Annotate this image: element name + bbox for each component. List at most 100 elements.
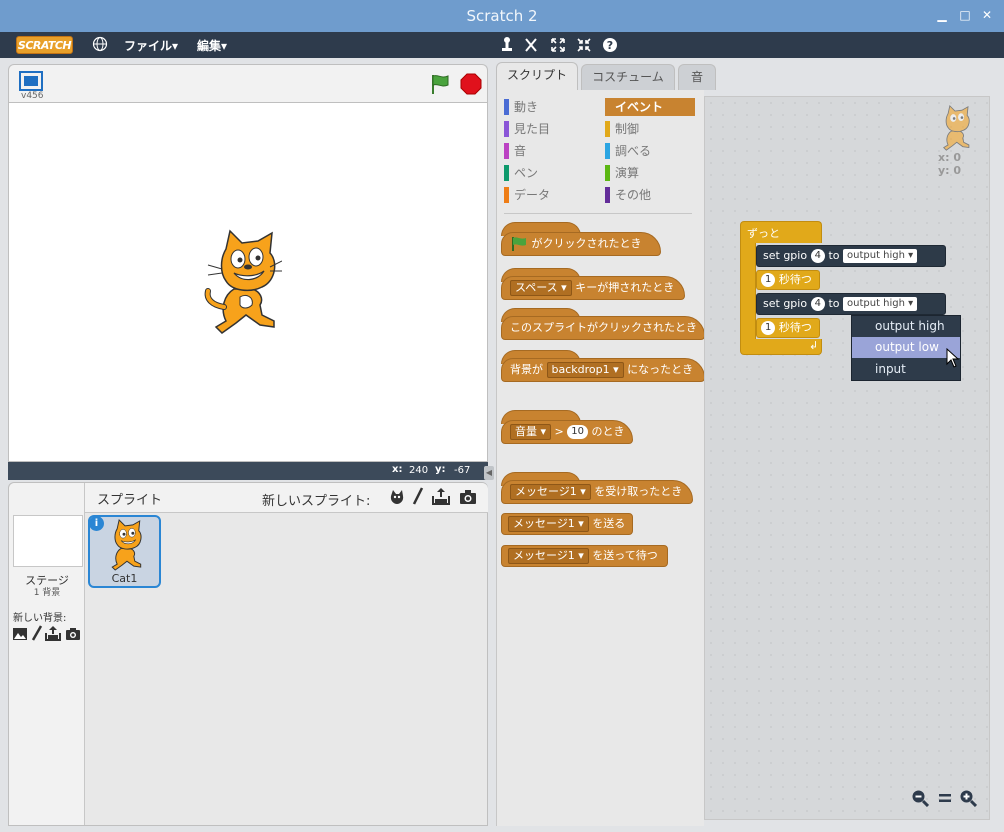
- receive-message-dropdown[interactable]: メッセージ1 ▾: [510, 484, 591, 500]
- broadcast-block[interactable]: メッセージ1 ▾ を送る: [501, 513, 633, 535]
- zoom-reset-icon[interactable]: [936, 789, 954, 807]
- zoom-out-icon[interactable]: [911, 789, 930, 808]
- wait-block-2[interactable]: 1 秒待つ: [756, 318, 820, 338]
- sprite-x-readout: x: 0: [938, 151, 961, 164]
- dropdown-option-input[interactable]: input: [852, 359, 960, 380]
- category-events[interactable]: イベント: [605, 98, 695, 116]
- svg-text:?: ?: [607, 39, 613, 52]
- sprite-pane-header: スプライト 新しいスプライト:: [85, 483, 488, 513]
- gpio-mode-dropdown-1[interactable]: output high ▾: [843, 249, 918, 263]
- green-flag-icon[interactable]: [429, 73, 451, 95]
- loop-arrow-icon: ↲: [809, 339, 819, 352]
- broadcast-and-wait-block[interactable]: メッセージ1 ▾ を送って待つ: [501, 545, 668, 567]
- minimize-button[interactable]: ▁: [935, 8, 949, 22]
- sprite-thumb-cat1[interactable]: i Cat1: [88, 515, 161, 588]
- grow-icon[interactable]: [550, 36, 566, 54]
- cat-sprite[interactable]: [202, 229, 283, 335]
- category-operators[interactable]: 演算: [605, 164, 695, 182]
- broadcast-wait-message-dropdown[interactable]: メッセージ1 ▾: [508, 548, 589, 564]
- backdrop-dropdown[interactable]: backdrop1 ▾: [546, 362, 624, 378]
- close-button[interactable]: ✕: [980, 8, 994, 22]
- stage-column: ステージ 1 背景 新しい背景:: [9, 483, 85, 825]
- wait-seconds-input-1[interactable]: 1: [761, 273, 776, 287]
- sprite-pane: ステージ 1 背景 新しい背景: スプライト 新しいスプライト: i Cat1: [8, 482, 488, 826]
- category-sound[interactable]: 音: [504, 142, 594, 160]
- mouse-cursor-icon: [946, 347, 960, 368]
- category-looks[interactable]: 見た目: [504, 120, 594, 138]
- when-receive-block[interactable]: メッセージ1 ▾ を受け取ったとき: [501, 480, 693, 504]
- edit-menu[interactable]: 編集▾: [197, 37, 227, 54]
- sprite-library-icon[interactable]: [388, 488, 406, 506]
- duplicate-icon[interactable]: [499, 36, 515, 54]
- forever-bottom: ↲: [740, 339, 822, 355]
- broadcast-message-dropdown[interactable]: メッセージ1 ▾: [508, 516, 589, 532]
- maximize-button[interactable]: □: [958, 8, 972, 22]
- mouse-y-label: y:: [435, 464, 446, 475]
- forever-block[interactable]: ずっと: [740, 221, 822, 243]
- gpio-mode-dropdown-menu: output high output low input: [851, 315, 961, 381]
- volume-threshold-input[interactable]: 10: [567, 425, 588, 439]
- version-label: v456: [21, 91, 44, 101]
- category-pen[interactable]: ペン: [504, 164, 594, 182]
- camera-backdrop-icon[interactable]: [65, 627, 81, 641]
- paint-backdrop-icon[interactable]: [31, 625, 43, 641]
- help-icon[interactable]: ?: [602, 36, 618, 54]
- scripts-area[interactable]: x: 0 y: 0: [704, 96, 990, 820]
- collapse-handle[interactable]: ◀: [484, 466, 494, 480]
- scratch-logo[interactable]: SCRATCH: [16, 36, 73, 54]
- stage-backdrop-count: 1 背景: [33, 588, 61, 598]
- window-title: Scratch 2: [466, 7, 538, 25]
- category-data[interactable]: データ: [504, 186, 594, 204]
- tab-costumes[interactable]: コスチューム: [581, 64, 675, 90]
- shrink-icon[interactable]: [576, 36, 592, 54]
- gpio-mode-dropdown-2[interactable]: output high ▾: [843, 297, 918, 311]
- forever-label: ずっと: [747, 227, 780, 240]
- key-dropdown[interactable]: スペース ▾: [510, 280, 572, 296]
- category-motion[interactable]: 動き: [504, 98, 594, 116]
- category-sensing[interactable]: 調べる: [605, 142, 695, 160]
- when-volume-greater-block[interactable]: 音量 ▾ > 10 のとき: [501, 420, 633, 444]
- wait-seconds-input-2[interactable]: 1: [761, 321, 776, 335]
- forever-arm: [740, 243, 756, 339]
- set-gpio-block-2[interactable]: set gpio 4 to output high ▾: [756, 293, 946, 315]
- presentation-mode-icon[interactable]: [19, 71, 43, 91]
- stop-icon[interactable]: [460, 73, 482, 95]
- when-flag-clicked-block[interactable]: がクリックされたとき: [501, 232, 661, 256]
- zoom-in-icon[interactable]: [959, 789, 978, 808]
- wait-block-1[interactable]: 1 秒待つ: [756, 270, 820, 290]
- camera-sprite-icon[interactable]: [459, 489, 477, 505]
- dropdown-option-output-high[interactable]: output high: [852, 316, 960, 337]
- palette-divider: [504, 213, 692, 214]
- stage-canvas[interactable]: [8, 102, 488, 462]
- upload-sprite-icon[interactable]: [432, 487, 450, 505]
- upload-backdrop-icon[interactable]: [45, 625, 61, 641]
- category-more[interactable]: その他: [605, 186, 695, 204]
- dropdown-option-output-low[interactable]: output low: [852, 337, 960, 358]
- stage-thumbnail[interactable]: [13, 515, 83, 567]
- tab-scripts[interactable]: スクリプト: [496, 62, 578, 90]
- globe-icon[interactable]: [92, 36, 108, 54]
- set-gpio-block-1[interactable]: set gpio 4 to output high ▾: [756, 245, 946, 267]
- gpio-pin-input-1[interactable]: 4: [810, 249, 825, 263]
- sprites-header-label: スプライト: [97, 493, 163, 508]
- when-backdrop-switches-block[interactable]: 背景が backdrop1 ▾ になったとき: [501, 358, 705, 382]
- when-sprite-clicked-block[interactable]: このスプライトがクリックされたとき: [501, 316, 705, 340]
- new-backdrop-label: 新しい背景:: [13, 613, 67, 624]
- file-menu[interactable]: ファイル▾: [124, 37, 178, 54]
- gpio-pin-input-2[interactable]: 4: [810, 297, 825, 311]
- current-sprite-icon: [935, 105, 975, 151]
- delete-scissors-icon[interactable]: [523, 36, 539, 54]
- block-palette: 動き 見た目 音 ペン データ イベント 制御 調べる 演算 その他: [496, 90, 704, 826]
- paint-sprite-icon[interactable]: [412, 487, 424, 505]
- menu-bar: SCRATCH ファイル▾ 編集▾ ?: [0, 32, 1004, 58]
- backdrop-library-icon[interactable]: [12, 627, 28, 641]
- volume-dropdown[interactable]: 音量 ▾: [510, 424, 552, 440]
- info-icon[interactable]: i: [89, 516, 104, 531]
- title-bar: Scratch 2 ▁ □ ✕: [0, 0, 1004, 32]
- new-sprite-label: 新しいスプライト:: [262, 494, 371, 509]
- category-control[interactable]: 制御: [605, 120, 695, 138]
- mouse-x-value: 240: [409, 465, 429, 476]
- sprite-y-readout: y: 0: [938, 164, 962, 177]
- when-key-pressed-block[interactable]: スペース ▾ キーが押されたとき: [501, 276, 685, 300]
- tab-sounds[interactable]: 音: [678, 64, 716, 90]
